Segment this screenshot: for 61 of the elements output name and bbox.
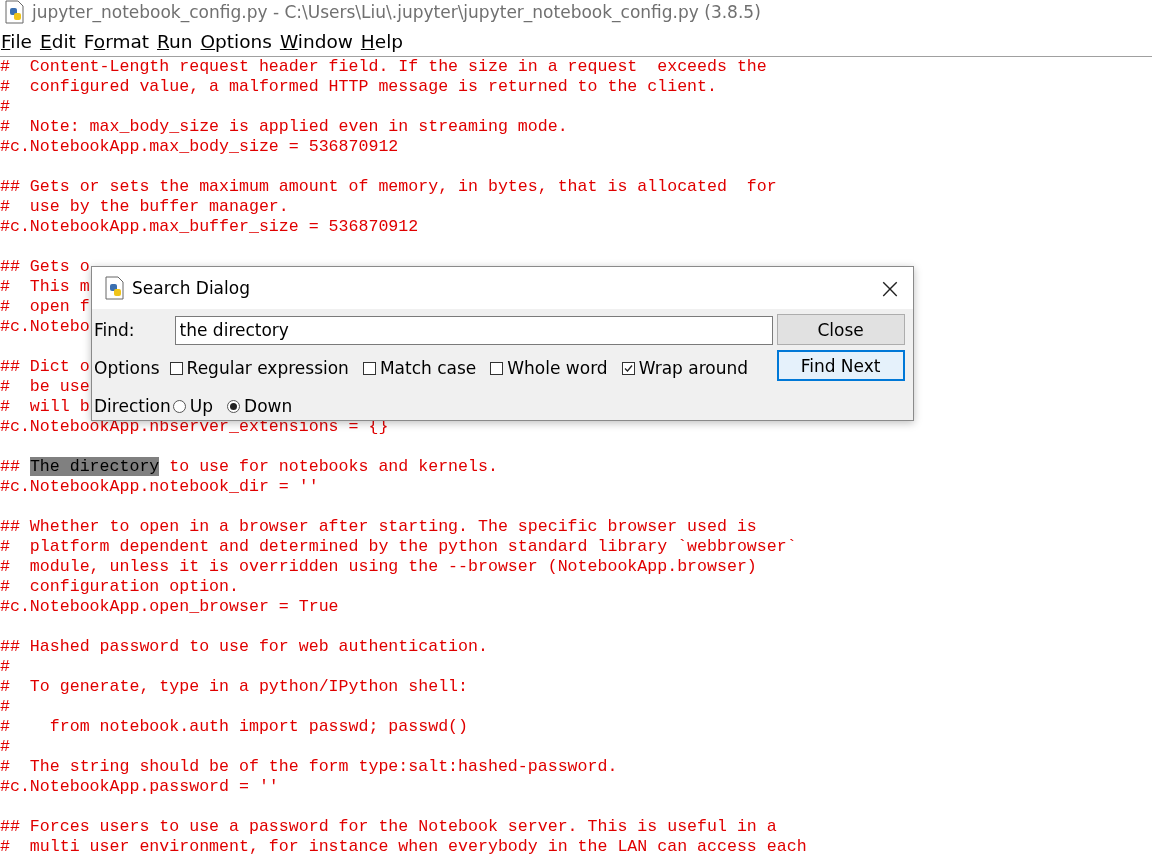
direction-label: Direction [94,396,171,416]
radio-button[interactable] [227,399,241,413]
code-line: ## Forces users to use a password for the Notebook server. This is useful in a [0,817,777,836]
dialog-button[interactable]: Find Next [776,350,905,381]
menu-item[interactable]: Run [156,31,199,52]
menu-item[interactable]: Edit [38,31,82,52]
code-line: #c.Notebo [0,317,90,336]
dialog-title: Search Dialog [132,278,251,298]
checkbox-label: Regular expression [186,358,349,378]
radio-label: Down [244,396,293,416]
checkbox[interactable] [490,361,504,375]
code-line: # [0,737,10,756]
code-line: # configured value, a malformed HTTP message is returned to the client. [0,77,717,96]
find-label: Find: [94,320,135,340]
checkbox[interactable] [621,361,635,375]
menu-item[interactable]: Format [82,31,156,52]
file-icon [104,276,126,300]
code-line: #c.NotebookApp.notebook_dir = '' [0,477,319,496]
code-line: # from notebook.auth import passwd; passwd() [0,717,469,736]
radio-label: Up [189,396,214,416]
close-button[interactable]: × [867,267,913,309]
checkbox[interactable] [362,361,376,375]
menu-item[interactable]: Options [199,31,278,52]
checkbox-label: Whole word [507,358,608,378]
options-label: Options [94,358,160,378]
code-line: ## Dict o [0,357,90,376]
code-line: # [0,697,10,716]
code-line: # configuration option. [0,577,239,596]
code-line: #c.NotebookApp.password = '' [0,777,279,796]
code-line: # [0,97,10,116]
code-line: #c.NotebookApp.max_body_size = 536870912 [0,137,399,156]
dialog-button[interactable]: Close [776,314,905,345]
code-line: # The string should be of the form type:salt:hashed-password. [0,757,618,776]
find-field[interactable]: the directory [174,315,773,345]
menu-item[interactable]: File [0,31,38,52]
checkbox-label: Match case [379,358,477,378]
code-line: ## Hashed password to use for web authentication. [0,637,488,656]
code-line: #c.NotebookApp.open_browser = True [0,597,339,616]
code-line: # To generate, type in a python/IPython shell: [0,677,469,696]
code-line: # module, unless it is overridden using the --browser (NotebookApp.browser) [0,557,757,576]
code-line: # open f [0,297,90,316]
menu-item[interactable]: Window [278,31,359,52]
checkbox-label: Wrap around [638,358,749,378]
code-line: # will b [0,397,90,416]
code-line: ## The directory to use for notebooks and kernels. [0,457,498,476]
code-line: # Note: max_body_size is applied even in streaming mode. [0,117,568,136]
code-line: #c.NotebookApp.max_buffer_size = 536870912 [0,217,419,236]
window-title: jupyter_notebook_config.py - C:\Users\Liu\.jupyter\jupyter_notebook_config.py (3.8.5) [32,2,761,22]
code-line: ## Whether to open in a browser after starting. The specific browser used is [0,517,757,536]
code-line: # use by the buffer manager. [0,197,289,216]
code-line: # Content-Length request header field. If the size in a request exceeds the [0,57,767,76]
menu-item[interactable]: Help [359,31,410,52]
code-line: ## Gets o [0,257,90,276]
code-line: # be use [0,377,90,396]
code-line: ## Gets or sets the maximum amount of memory, in bytes, that is allocated for [0,177,777,196]
radio-button[interactable] [172,399,186,413]
checkbox[interactable] [169,361,183,375]
code-line: # multi user environment, for instance when everybody in the LAN can access each [0,837,807,856]
code-line: # This m [0,277,90,296]
code-line: # [0,657,10,676]
code-line: # platform dependent and determined by the python standard library `webbrowser` [0,537,797,556]
